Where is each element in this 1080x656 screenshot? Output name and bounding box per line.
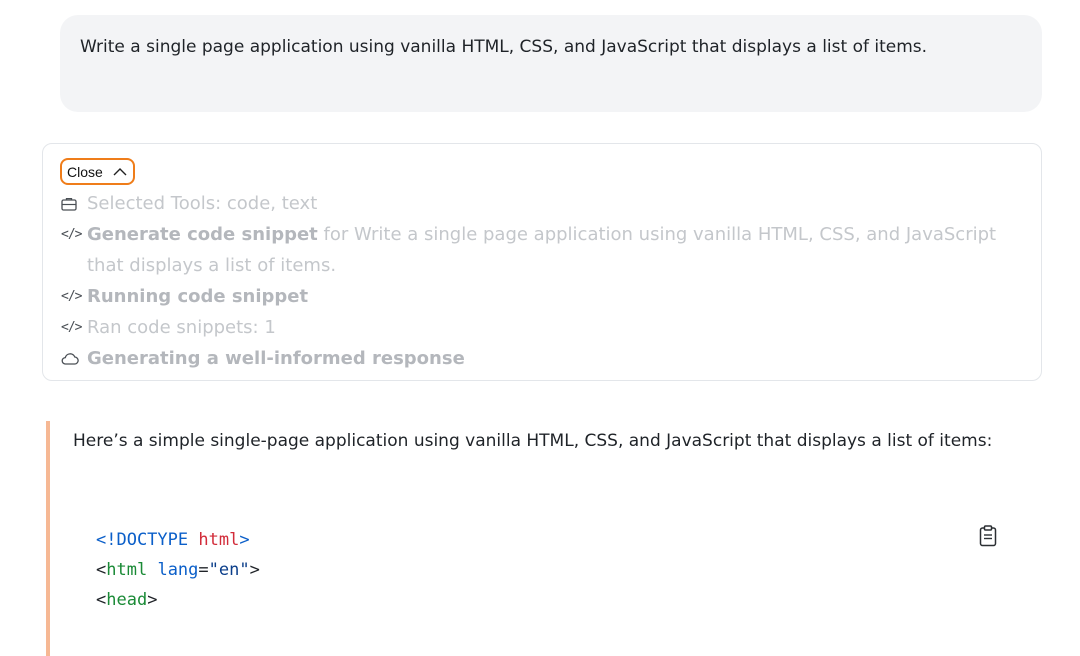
step-bold-text: Running code snippet (87, 286, 309, 307)
code-line: <html lang="en"> (96, 555, 260, 585)
user-message-text: Write a single page application using va… (80, 37, 928, 57)
code-token: < (96, 560, 107, 580)
code-line: <head> (96, 585, 260, 615)
step-generate-code: </> Generate code snippet for Write a si… (61, 219, 1021, 281)
step-bold-text: Generate code snippet (87, 224, 318, 245)
code-token: <!DOCTYPE (96, 530, 199, 550)
code-icon: </> (61, 289, 82, 304)
step-ran-code: </> Ran code snippets: 1 (61, 312, 1021, 343)
code-line: <!DOCTYPE html> (96, 525, 260, 555)
close-button[interactable]: Close (60, 158, 135, 185)
code-icon: </> (61, 227, 82, 242)
step-generating-response: Generating a well-informed response (61, 343, 1021, 374)
clipboard-icon (979, 525, 997, 551)
code-token: > (239, 530, 250, 550)
assistant-answer: Here’s a simple single-page application … (46, 421, 1042, 656)
step-text: Ran code snippets: 1 (87, 317, 276, 338)
code-token: "en" (208, 560, 250, 580)
user-message-bubble: Write a single page application using va… (60, 15, 1042, 112)
chevron-up-icon (113, 167, 127, 176)
code-token: = (198, 560, 209, 580)
step-selected-tools: Selected Tools: code, text (61, 188, 1021, 219)
code-icon: </> (61, 320, 82, 335)
step-text: Selected Tools: code, text (87, 193, 318, 214)
code-token: < (96, 590, 107, 610)
close-label: Close (67, 163, 103, 180)
cloud-icon (61, 343, 87, 374)
code-token: html (106, 560, 148, 580)
code-token: > (147, 590, 158, 610)
code-token: lang (157, 560, 199, 580)
code-token: html (198, 530, 240, 550)
code-token: head (106, 590, 148, 610)
step-bold-text: Generating a well-informed response (87, 348, 465, 369)
answer-intro: Here’s a simple single-page application … (73, 431, 993, 451)
code-token: > (249, 560, 260, 580)
tools-activity-panel: Close Selected Tools: code, text </> Gen… (42, 143, 1042, 381)
copy-code-button[interactable] (975, 524, 1001, 552)
tool-steps-list: Selected Tools: code, text </> Generate … (61, 188, 1021, 374)
code-block: <!DOCTYPE html> <html lang="en"> <head> (96, 525, 260, 615)
briefcase-icon (61, 188, 87, 219)
step-running-code: </> Running code snippet (61, 281, 1021, 312)
